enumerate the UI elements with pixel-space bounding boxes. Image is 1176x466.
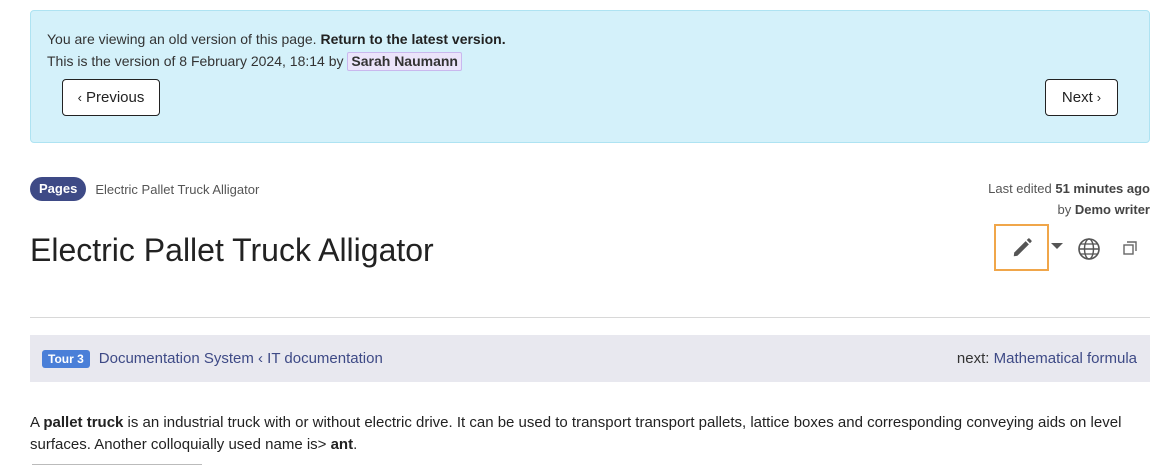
last-edited-time[interactable]: 51 minutes ago (1055, 181, 1150, 196)
page-title: Electric Pallet Truck Alligator (30, 232, 434, 268)
article-paragraph: A pallet truck is an industrial truck wi… (30, 412, 1140, 456)
divider (30, 317, 1150, 318)
paragraph-text-b: is an industrial truck with or without e… (30, 414, 1122, 453)
return-latest-link[interactable]: Return to the latest version. (320, 31, 505, 47)
next-version-button[interactable]: Next › (1045, 79, 1118, 116)
paragraph-text-c: . (353, 436, 358, 453)
tour-badge[interactable]: Tour 3 (42, 349, 90, 368)
tour-next-link[interactable]: Mathematical formula (994, 350, 1137, 367)
chevron-right-icon: › (1096, 90, 1102, 105)
breadcrumb-current: Electric Pallet Truck Alligator (95, 181, 260, 197)
chevron-down-icon[interactable] (1051, 243, 1063, 249)
previous-version-button[interactable]: ‹ Previous (62, 79, 160, 116)
pencil-icon (1013, 237, 1032, 256)
window-icon[interactable] (1122, 240, 1138, 256)
author-link[interactable]: Sarah Naumann (347, 52, 462, 71)
editor-name[interactable]: Demo writer (1075, 202, 1150, 217)
notice-line-2: This is the version of 8 February 2024, … (47, 52, 462, 71)
next-label: Next (1061, 89, 1093, 106)
content-divider (32, 464, 202, 465)
breadcrumb: Pages Electric Pallet Truck Alligator (30, 177, 259, 201)
by-label: by (1057, 202, 1072, 217)
tour-path-link[interactable]: Documentation System ‹ IT documentation (99, 350, 383, 367)
last-edited-label: Last edited (988, 181, 1052, 196)
paragraph-text-a: A (30, 414, 44, 431)
old-version-notice: You are viewing an old version of this p… (30, 10, 1150, 143)
notice-old-version-text: You are viewing an old version of this p… (47, 31, 317, 47)
pallet-truck-term: pallet truck (43, 414, 124, 431)
previous-label: Previous (85, 89, 145, 106)
version-info-text: This is the version of 8 February 2024, … (47, 53, 344, 69)
tour-next-label: next: (956, 350, 990, 367)
chevron-left-icon: ‹ (77, 90, 82, 105)
edit-button[interactable] (994, 224, 1049, 271)
ant-term: ant (330, 436, 354, 453)
tour-navigation-bar: Tour 3 Documentation System ‹ IT documen… (30, 335, 1150, 382)
pages-badge[interactable]: Pages (30, 177, 87, 201)
tour-next: next: Mathematical formula (957, 350, 1137, 367)
notice-line-1: You are viewing an old version of this p… (47, 31, 506, 47)
globe-icon[interactable] (1077, 237, 1101, 261)
last-edited-info: Last edited 51 minutes ago by Demo write… (988, 178, 1150, 220)
